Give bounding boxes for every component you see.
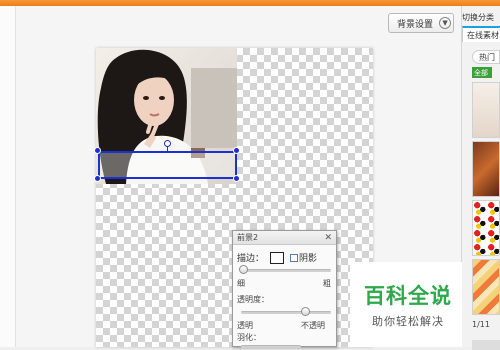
resize-handle-bottom-left[interactable] (94, 175, 101, 182)
watermark-logo: 百科全说 助你轻松解决 (350, 262, 466, 347)
shadow-label: 阴影 (299, 254, 318, 264)
background-settings-button[interactable]: 背景设置 ▼ (388, 13, 454, 33)
sidebar-footer-button[interactable] (472, 340, 500, 350)
material-sidebar: 切换分类 在线素材 热门 全部 1/11 (462, 6, 500, 350)
watermark-brand: 百科全说 (364, 284, 452, 308)
opacity-knob[interactable] (301, 307, 310, 316)
chevron-down-icon: ▼ (439, 17, 452, 29)
left-tool-strip (0, 6, 16, 347)
stroke-width-slider[interactable] (241, 269, 331, 272)
watermark-slogan: 助你轻松解决 (372, 315, 444, 328)
rotate-handle[interactable] (164, 140, 171, 147)
panel-title: 前景2 (237, 233, 259, 242)
resize-handle-top-left[interactable] (94, 147, 101, 154)
opaque-label: 不透明 (301, 321, 325, 330)
shadow-checkbox[interactable]: 阴影 (290, 251, 317, 264)
material-thumbnail[interactable] (472, 200, 500, 256)
thin-label: 细 (237, 279, 245, 288)
close-icon[interactable]: ✕ (324, 233, 332, 243)
opacity-label: 透明度： (237, 295, 269, 304)
switch-category-button[interactable]: 切换分类 (462, 12, 494, 23)
material-thumbnail[interactable] (472, 259, 500, 315)
stroke-label: 描边： (237, 254, 265, 264)
resize-handle-bottom-right[interactable] (233, 175, 240, 182)
material-thumbnail[interactable] (472, 141, 500, 197)
thick-label: 粗 (323, 279, 331, 288)
feather-label: 羽化： (237, 333, 261, 342)
stroke-width-knob[interactable] (239, 265, 248, 274)
foreground-properties-panel: 前景2 ✕ 描边： 阴影 细 粗 透明度： 透明 不透明 羽化： (232, 230, 337, 348)
resize-handle-top-right[interactable] (233, 147, 240, 154)
page-indicator: 1/11 (472, 320, 490, 329)
all-filter-button[interactable]: 全部 (472, 67, 492, 78)
stroke-color-swatch[interactable] (270, 251, 285, 264)
tab-online[interactable]: 在线素材 (462, 26, 500, 42)
material-thumbnail[interactable] (472, 82, 500, 138)
opacity-slider[interactable] (241, 311, 331, 314)
window-title (200, 0, 360, 4)
stroke-row: 描边： 阴影 (237, 251, 317, 264)
text-selection-box[interactable] (98, 151, 237, 179)
background-settings-label: 背景设置 (397, 19, 434, 30)
transparent-label: 透明 (237, 321, 253, 330)
checkbox-icon (290, 253, 299, 262)
hot-filter-button[interactable]: 热门 (472, 50, 500, 64)
panel-header[interactable]: 前景2 ✕ (233, 231, 336, 245)
